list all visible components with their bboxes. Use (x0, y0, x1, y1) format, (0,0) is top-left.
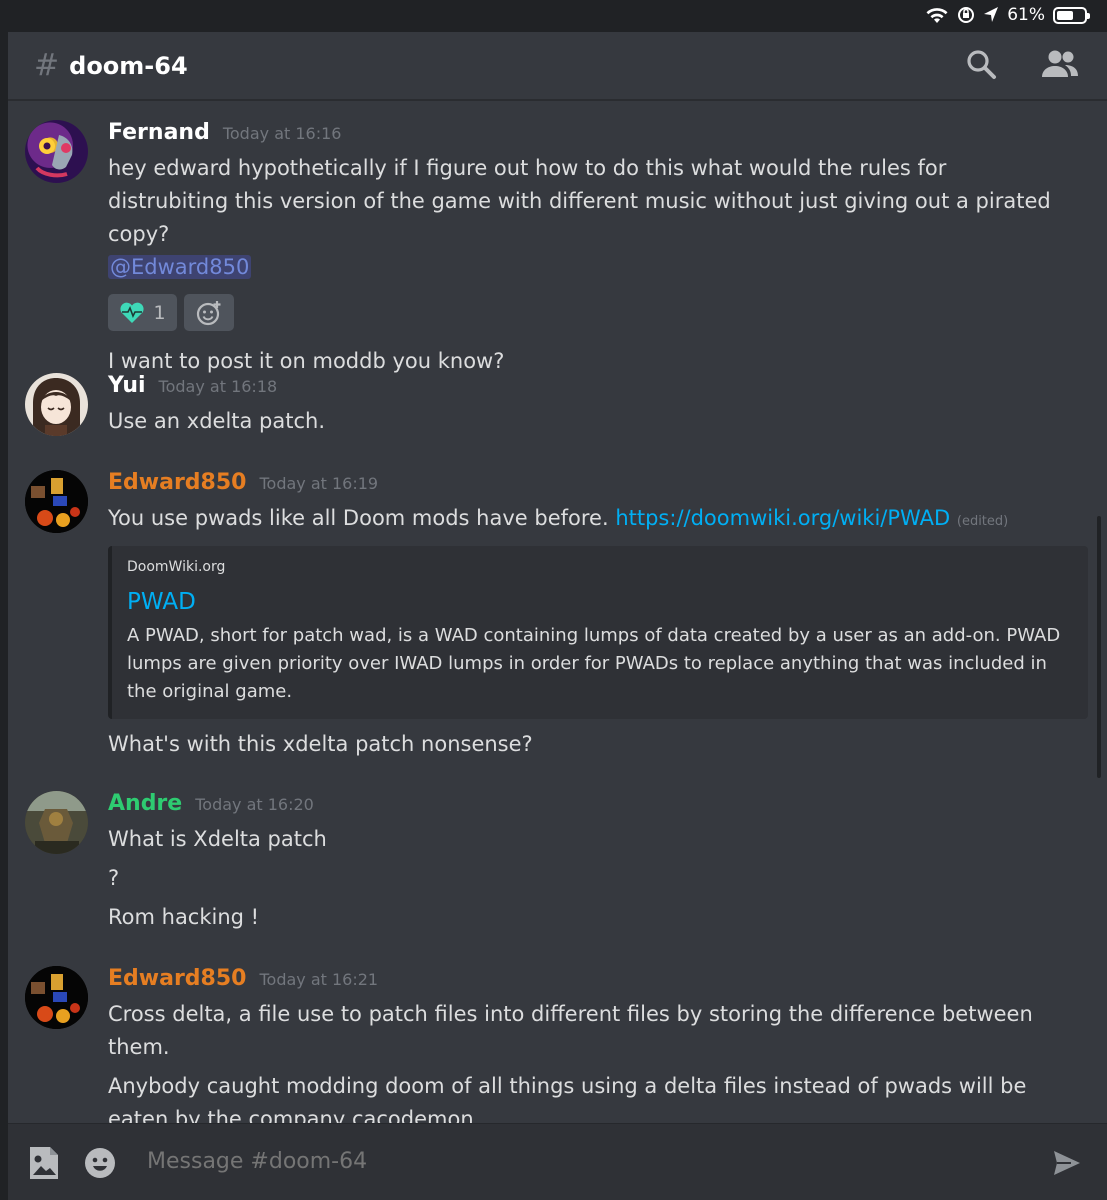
message-text: @Edward850 (108, 251, 1088, 284)
reactions-bar: 1 (108, 294, 1088, 331)
message-text: You use pwads like all Doom mods have be… (108, 502, 1098, 538)
channel-hash-icon: # (34, 48, 60, 83)
message-header: Edward850 Today at 16:21 (108, 966, 1088, 998)
status-indicators: 61% (925, 5, 1090, 25)
timestamp: Today at 16:18 (158, 377, 278, 396)
message-text: Use an xdelta patch. (108, 409, 326, 433)
message-list[interactable]: Fernand Today at 16:16 hey edward hypoth… (8, 101, 1107, 1123)
message-composer (8, 1123, 1107, 1200)
author-name[interactable]: Yui (108, 373, 146, 398)
battery-icon (1053, 6, 1090, 24)
edited-label: (edited) (956, 514, 1009, 529)
message-text: What's with this xdelta patch nonsense? (108, 732, 533, 756)
message-group: Edward850 Today at 16:19 You use pwads l… (8, 470, 1098, 761)
location-icon (984, 7, 999, 22)
avatar[interactable] (25, 791, 88, 854)
user-mention[interactable]: @Edward850 (108, 255, 252, 279)
message-text: Anybody caught modding doom of all thing… (108, 1074, 1027, 1123)
reaction-count: 1 (153, 301, 166, 324)
channel-name: doom-64 (69, 51, 188, 80)
channel-header: # doom-64 (8, 32, 1107, 101)
message-header: Edward850 Today at 16:19 (108, 470, 1098, 502)
battery-percent: 61% (1007, 5, 1045, 25)
scrollbar[interactable] (1097, 516, 1101, 778)
timestamp: Today at 16:20 (195, 795, 314, 814)
timestamp: Today at 16:21 (259, 970, 379, 989)
message-text: hey edward hypothetically if I figure ou… (108, 156, 1051, 246)
message-group: Yui Today at 16:18 Use an xdelta patch. (8, 373, 1088, 438)
wifi-icon (926, 8, 948, 23)
author-name[interactable]: Andre (108, 791, 182, 816)
message-group: Fernand Today at 16:16 hey edward hypoth… (8, 120, 1088, 378)
attach-image-icon[interactable] (28, 1145, 60, 1181)
message-group: Edward850 Today at 16:21 Cross delta, a … (8, 966, 1088, 1123)
header-actions (965, 48, 1079, 80)
timestamp: Today at 16:16 (222, 124, 342, 143)
timestamp: Today at 16:19 (259, 474, 379, 493)
embed-title[interactable]: PWAD (127, 589, 1072, 615)
status-bar: 61% (0, 0, 1107, 32)
message-group: Andre Today at 16:20 What is Xdelta patc… (8, 791, 1088, 934)
message-link[interactable]: https://doomwiki.org/wiki/PWAD (615, 506, 950, 530)
message-text: ? (108, 866, 120, 890)
add-reaction-icon (196, 300, 221, 325)
message-text: What is Xdelta patch (108, 827, 327, 851)
author-name[interactable]: Edward850 (108, 966, 246, 991)
heart-pulse-icon (120, 302, 145, 323)
message-text-segment: You use pwads like all Doom mods have be… (108, 506, 609, 530)
avatar[interactable] (25, 470, 88, 533)
avatar[interactable] (25, 966, 88, 1029)
message-text: Cross delta, a file use to patch files i… (108, 1002, 1033, 1059)
message-header: Andre Today at 16:20 (108, 791, 1088, 823)
message-text: Rom hacking ! (108, 905, 260, 929)
add-reaction-button[interactable] (184, 294, 234, 331)
message-input[interactable] (147, 1149, 947, 1174)
message-header: Yui Today at 16:18 (108, 373, 1088, 405)
battery-level (1057, 10, 1073, 20)
emoji-icon[interactable] (84, 1147, 116, 1179)
reaction-heart-pulse[interactable]: 1 (108, 294, 177, 331)
message-header: Fernand Today at 16:16 (108, 120, 1088, 152)
author-name[interactable]: Fernand (108, 120, 210, 145)
author-name[interactable]: Edward850 (108, 470, 246, 495)
send-icon[interactable] (1053, 1150, 1081, 1176)
link-embed: DoomWiki.org PWAD A PWAD, short for patc… (108, 546, 1088, 719)
embed-provider[interactable]: DoomWiki.org (127, 559, 1072, 575)
avatar[interactable] (25, 373, 88, 436)
embed-description: A PWAD, short for patch wad, is a WAD co… (127, 625, 1061, 702)
orientation-lock-icon (958, 7, 975, 23)
members-icon[interactable] (1041, 49, 1079, 79)
search-icon[interactable] (965, 48, 997, 80)
avatar[interactable] (25, 120, 88, 183)
